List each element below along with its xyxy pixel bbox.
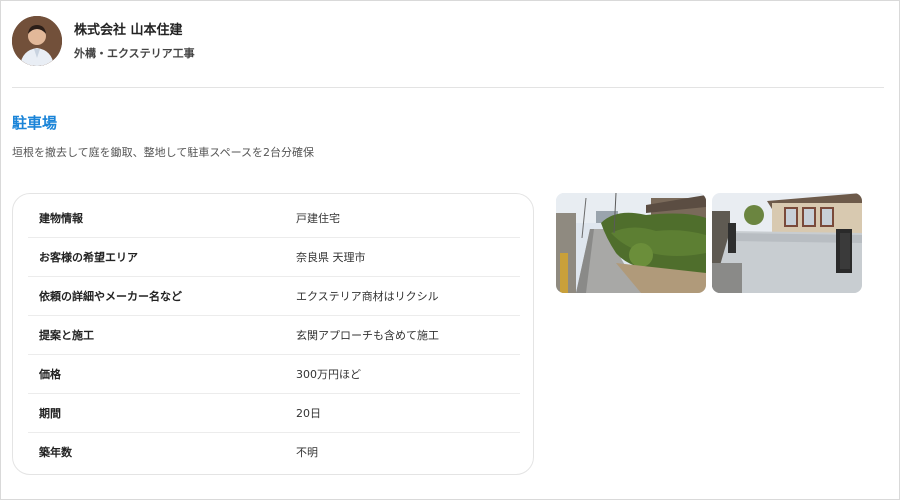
info-row-proposal: 提案と施工 玄関アプローチも含めて施工: [28, 315, 520, 355]
info-value: 戸建住宅: [296, 211, 340, 225]
info-value: 300万円ほど: [296, 367, 361, 381]
info-value: 奈良県 天理市: [296, 250, 366, 264]
case-title: 駐車場: [12, 114, 58, 132]
before-photo[interactable]: [556, 193, 706, 293]
person-icon: [12, 16, 62, 66]
page-frame: 株式会社 山本住建 外構・エクステリア工事 駐車場 垣根を撤去して庭を鋤取、整地…: [0, 0, 900, 500]
info-row-request: 依頼の詳細やメーカー名など エクステリア商材はリクシル: [28, 276, 520, 316]
info-value: 玄関アプローチも含めて施工: [296, 328, 439, 342]
info-label: 依頼の詳細やメーカー名など: [39, 289, 182, 303]
info-value: 不明: [296, 445, 318, 459]
company-header: 株式会社 山本住建 外構・エクステリア工事: [12, 16, 195, 66]
info-value: 20日: [296, 406, 321, 420]
info-label: 価格: [39, 367, 61, 381]
info-value: エクステリア商材はリクシル: [296, 289, 439, 303]
info-label: 築年数: [39, 445, 72, 459]
info-label: お客様の希望エリア: [39, 250, 138, 264]
info-row-age: 築年数 不明: [28, 432, 520, 471]
info-row-building: 建物情報 戸建住宅: [28, 198, 520, 238]
company-subtitle: 外構・エクステリア工事: [74, 46, 195, 60]
avatar[interactable]: [12, 16, 62, 66]
info-row-period: 期間 20日: [28, 393, 520, 433]
header-divider: [12, 87, 884, 88]
info-label: 提案と施工: [39, 328, 94, 342]
info-label: 期間: [39, 406, 61, 420]
info-label: 建物情報: [39, 211, 83, 225]
company-name: 株式会社 山本住建: [74, 22, 183, 38]
info-row-area: お客様の希望エリア 奈良県 天理市: [28, 237, 520, 277]
info-card: 建物情報 戸建住宅 お客様の希望エリア 奈良県 天理市 依頼の詳細やメーカー名な…: [12, 193, 534, 475]
after-photo[interactable]: [712, 193, 862, 293]
company-info: 株式会社 山本住建 外構・エクステリア工事: [74, 21, 195, 62]
info-row-price: 価格 300万円ほど: [28, 354, 520, 394]
case-description: 垣根を撤去して庭を鋤取、整地して駐車スペースを2台分確保: [12, 146, 315, 159]
